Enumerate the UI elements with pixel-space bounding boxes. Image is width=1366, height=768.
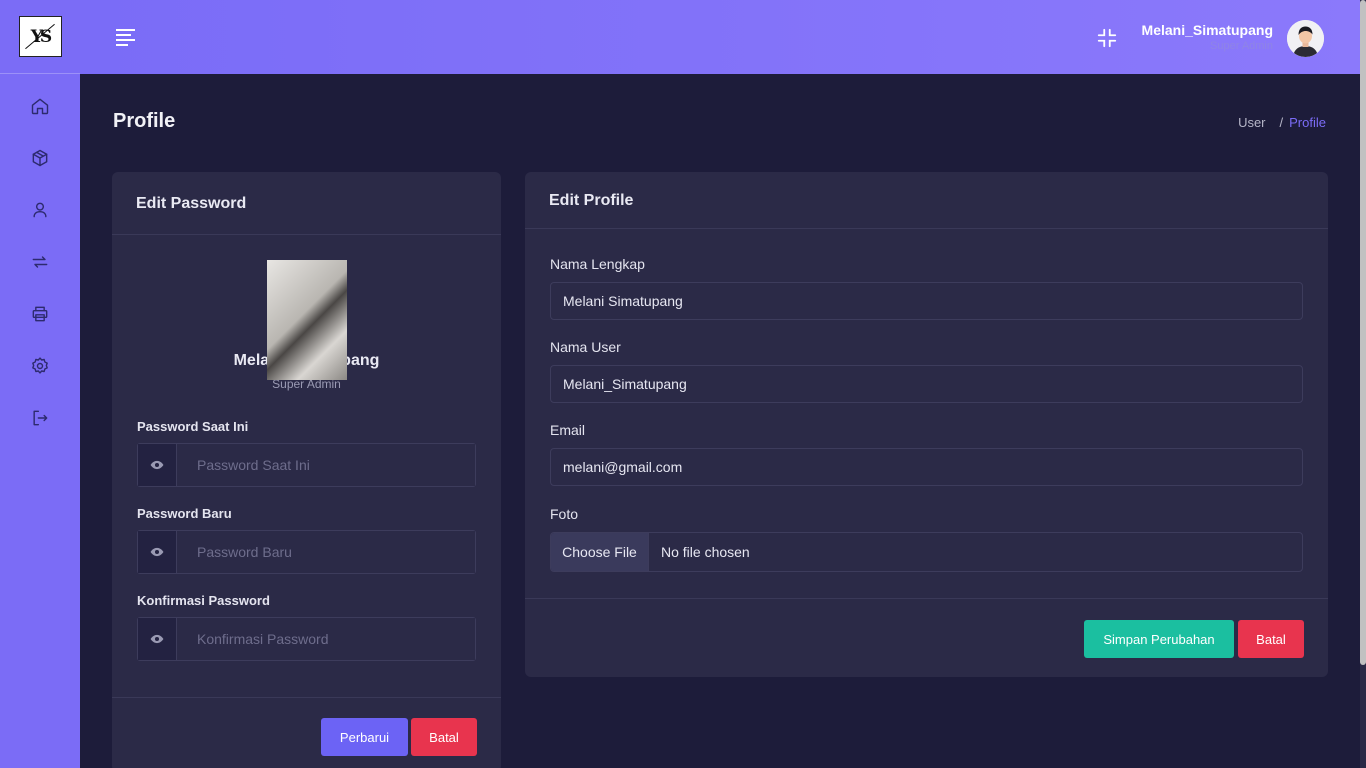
avatar[interactable] xyxy=(1287,20,1324,57)
sidebar-item-print[interactable] xyxy=(0,288,80,340)
update-password-button[interactable]: Perbarui xyxy=(321,718,408,756)
eye-icon[interactable] xyxy=(138,531,177,573)
new-password-group: Password Baru xyxy=(137,506,476,574)
sidebar-item-logout[interactable] xyxy=(0,392,80,444)
edit-profile-title: Edit Profile xyxy=(549,192,634,209)
sidebar-item-user[interactable] xyxy=(0,184,80,236)
sidebar-item-settings[interactable] xyxy=(0,340,80,392)
new-password-field xyxy=(137,530,476,574)
user-info[interactable]: Melani_Simatupang Super Admin xyxy=(1142,22,1273,52)
page-scrollbar[interactable] xyxy=(1360,0,1366,768)
new-password-input[interactable] xyxy=(177,531,475,573)
edit-profile-footer: Simpan Perubahan Batal xyxy=(525,598,1328,677)
menu-toggle-icon[interactable] xyxy=(116,29,135,46)
new-password-label: Password Baru xyxy=(137,506,232,521)
username-group: Nama User xyxy=(550,339,1303,403)
edit-profile-header: Edit Profile xyxy=(525,172,1328,229)
breadcrumb-current: Profile xyxy=(1289,115,1326,130)
photo-label: Foto xyxy=(550,506,579,522)
eye-icon[interactable] xyxy=(138,618,177,660)
user-icon xyxy=(33,202,47,218)
edit-password-card: Edit Password Melani Simatupang Super Ad… xyxy=(112,172,501,768)
sidebar-item-transactions[interactable] xyxy=(0,236,80,288)
edit-password-footer: Perbarui Batal xyxy=(112,697,501,768)
page-title: Profile xyxy=(113,110,176,132)
confirm-password-field xyxy=(137,617,476,661)
sidebar: YS xyxy=(0,0,80,768)
eye-icon[interactable] xyxy=(138,444,177,486)
sidebar-item-home[interactable] xyxy=(0,80,80,132)
gear-icon xyxy=(32,357,48,374)
file-status: No file chosen xyxy=(661,544,750,560)
profile-photo xyxy=(267,260,347,380)
edit-profile-card: Edit Profile Nama Lengkap Nama User Emai… xyxy=(525,172,1328,677)
user-role: Super Admin xyxy=(1210,40,1273,52)
photo-group: Foto Choose File No file chosen xyxy=(550,506,1303,572)
current-password-field xyxy=(137,443,476,487)
box-icon xyxy=(32,149,48,167)
breadcrumb-user[interactable]: User xyxy=(1238,115,1265,130)
exit-fullscreen-icon[interactable] xyxy=(1096,27,1118,49)
current-password-input[interactable] xyxy=(177,444,475,486)
repeat-icon xyxy=(32,256,48,268)
sidebar-item-products[interactable] xyxy=(0,132,80,184)
breadcrumb-separator: / xyxy=(1279,115,1284,130)
choose-file-button[interactable]: Choose File xyxy=(551,533,649,571)
edit-password-title: Edit Password xyxy=(136,195,247,212)
current-password-label: Password Saat Ini xyxy=(137,419,249,434)
printer-icon xyxy=(32,306,48,322)
cancel-profile-button[interactable]: Batal xyxy=(1238,620,1304,658)
photo-file-input[interactable]: Choose File No file chosen xyxy=(550,532,1303,572)
current-password-group: Password Saat Ini xyxy=(137,419,476,487)
full-name-group: Nama Lengkap xyxy=(550,256,1303,320)
email-input[interactable] xyxy=(550,448,1303,486)
username-input[interactable] xyxy=(550,365,1303,403)
logout-icon xyxy=(33,410,48,426)
confirm-password-input[interactable] xyxy=(177,618,475,660)
full-name-label: Nama Lengkap xyxy=(550,256,645,272)
confirm-password-group: Konfirmasi Password xyxy=(137,593,476,661)
logo-text: YS xyxy=(30,26,52,47)
email-group: Email xyxy=(550,422,1303,486)
username-label: Nama User xyxy=(550,339,621,355)
save-profile-button[interactable]: Simpan Perubahan xyxy=(1084,620,1234,658)
logo[interactable]: YS xyxy=(18,16,62,57)
email-label: Email xyxy=(550,422,586,438)
full-name-input[interactable] xyxy=(550,282,1303,320)
user-name: Melani_Simatupang xyxy=(1141,22,1273,38)
home-icon xyxy=(31,98,49,115)
topbar: Melani_Simatupang Super Admin xyxy=(80,0,1360,74)
confirm-password-label: Konfirmasi Password xyxy=(137,593,270,608)
edit-password-header: Edit Password xyxy=(112,172,501,235)
logo-area: YS xyxy=(0,0,80,74)
breadcrumb: User / Profile xyxy=(1238,115,1326,130)
scrollbar-thumb[interactable] xyxy=(1360,0,1366,665)
cancel-password-button[interactable]: Batal xyxy=(411,718,477,756)
sidebar-nav xyxy=(0,80,80,444)
